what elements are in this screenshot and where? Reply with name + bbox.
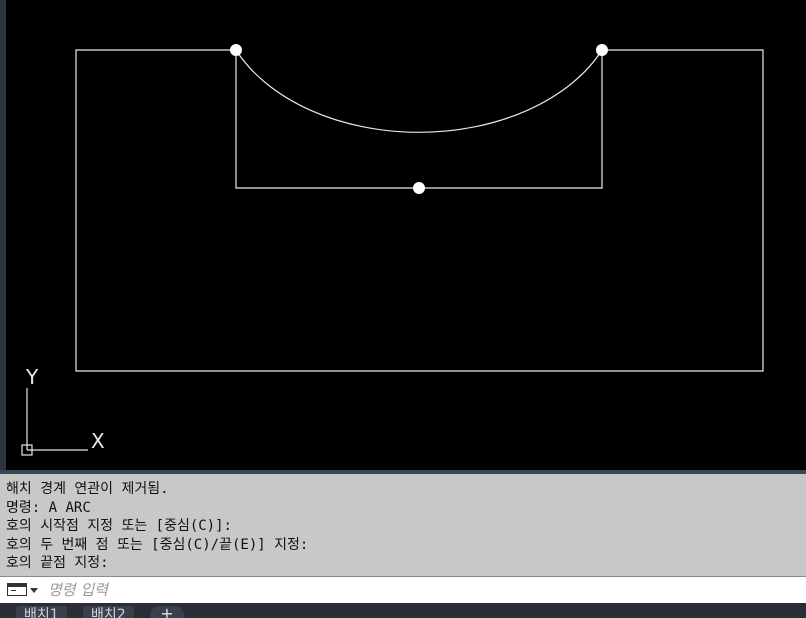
history-line: 호의 두 번째 점 또는 [중심(C)/끝(E)] 지정: [6, 536, 309, 553]
layout-tab-bar: 배치1 배치2 + [0, 603, 806, 618]
chevron-down-icon[interactable] [30, 588, 38, 593]
command-bar [0, 576, 806, 603]
drawing-canvas[interactable] [0, 0, 806, 470]
ucs-y-label: Y [26, 365, 39, 389]
tab-layout-1[interactable]: 배치1 [16, 606, 67, 618]
history-line: 호의 시작점 지정 또는 [중심(C)]: [6, 518, 232, 535]
ucs-x-label: X [91, 429, 105, 453]
history-line: 명령: A ARC [6, 499, 91, 516]
arc-start-grip[interactable] [230, 44, 242, 56]
command-history: 해치 경계 연관이 제거됨. 명령: A ARC 호의 시작점 지정 또는 [중… [0, 474, 806, 576]
history-line: 해치 경계 연관이 제거됨. [6, 481, 169, 497]
inner-rectangle[interactable] [235, 50, 603, 189]
add-layout-button[interactable]: + [150, 606, 184, 618]
history-line: 호의 끝점 지정: [6, 555, 109, 572]
command-input[interactable] [48, 579, 788, 600]
arc[interactable] [235, 49, 603, 133]
ucs-icon [21, 388, 88, 456]
arc-end-grip[interactable] [596, 44, 608, 56]
drawing-viewport[interactable]: Y X [0, 0, 806, 470]
tab-layout-2[interactable]: 배치2 [83, 606, 134, 618]
arc-mid-grip[interactable] [413, 182, 425, 194]
outer-profile[interactable] [75, 49, 764, 372]
command-window-icon[interactable] [7, 583, 27, 596]
